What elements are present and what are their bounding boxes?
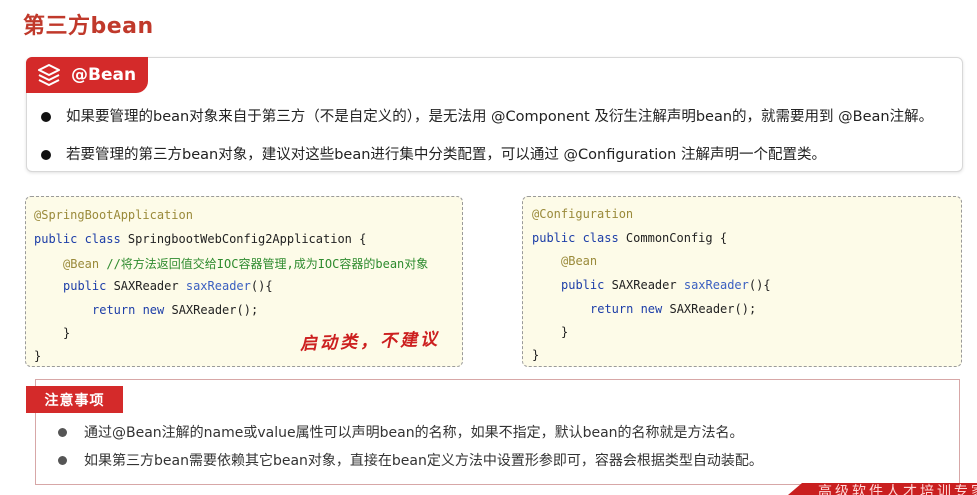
code-line: } [532,348,540,362]
note-bullet: 如果第三方bean需要依赖其它bean对象，直接在bean定义方法中设置形参即可… [58,450,948,478]
bean-tag-label: @Bean [71,65,137,85]
layers-icon [38,64,60,86]
code-line: @Configuration [532,207,634,221]
footer-banner: 高级软件人才培训专家 [788,483,977,495]
code-text: CommonConfig { [618,231,728,245]
code-line: return new SAXReader(); [92,303,258,317]
code-line: @Bean [561,254,597,268]
note-bullet-text: 如果第三方bean需要依赖其它bean对象，直接在bean定义方法中设置形参即可… [84,453,763,469]
code-line: } [63,326,71,340]
code-line: public class CommonConfig { [532,231,727,245]
bullet-dot-icon [41,112,51,122]
code-method: saxReader [185,279,251,293]
code-keyword: return new [590,302,663,316]
code-line: @SpringBootApplication [34,208,193,222]
code-annotation: @Bean [561,254,598,268]
code-line: public SAXReader saxReader(){ [561,278,771,292]
bean-bullet-text: 如果要管理的bean对象来自于第三方（不是自定义的），是无法用 @Compone… [66,109,934,125]
note-bullet-text: 通过@Bean注解的name或value属性可以声明bean的名称，如果不指定，… [84,425,744,441]
bullet-dot-icon [58,428,67,437]
bean-tag: @Bean [26,57,148,93]
bean-bullet: 若要管理的第三方bean对象，建议对这些bean进行集中分类配置，可以通过 @C… [38,143,958,181]
code-line: @Bean //将方法返回值交给IOC容器管理,成为IOC容器的bean对象 [63,255,428,272]
code-text: SAXReader [604,278,684,292]
bean-bullet-list: 如果要管理的bean对象来自于第三方（不是自定义的），是无法用 @Compone… [38,105,958,181]
code-text: (){ [748,278,771,292]
footer-text: 高级软件人才培训专家 [818,484,977,495]
code-text: SAXReader(); [164,303,259,317]
code-line: } [561,325,569,339]
code-keyword: public class [532,231,619,245]
bean-bullet-text: 若要管理的第三方bean对象，建议对这些bean进行集中分类配置，可以通过 @C… [66,147,826,163]
page-title: 第三方bean [23,14,154,39]
code-line: return new SAXReader(); [590,302,756,316]
code-text: SAXReader(); [662,302,757,316]
notes-tag: 注意事项 [26,386,123,413]
bean-bullet: 如果要管理的bean对象来自于第三方（不是自定义的），是无法用 @Compone… [38,105,958,143]
bullet-dot-icon [41,150,51,160]
bullet-dot-icon [58,456,67,465]
notes-bullet-list: 通过@Bean注解的name或value属性可以声明bean的名称，如果不指定，… [58,422,948,478]
code-line: public class SpringbootWebConfig2Applica… [34,232,366,246]
code-keyword: return new [92,303,165,317]
code-block-config-class: @Configuration public class CommonConfig… [522,196,962,367]
code-text: SpringbootWebConfig2Application { [120,232,367,246]
code-line: } [34,349,42,363]
note-bullet: 通过@Bean注解的name或value属性可以声明bean的名称，如果不指定，… [58,422,948,450]
code-text: (){ [250,279,273,293]
code-comment: //将方法返回值交给IOC容器管理,成为IOC容器的bean对象 [99,257,429,271]
code-line: public SAXReader saxReader(){ [63,279,273,293]
code-annotation: @Bean [63,257,100,271]
code-method: saxReader [683,278,749,292]
code-keyword: public class [34,232,121,246]
stamp-annotation: 启动类，不建议 [299,329,441,355]
code-text: SAXReader [106,279,186,293]
code-keyword: public [63,279,107,293]
code-keyword: public [561,278,605,292]
